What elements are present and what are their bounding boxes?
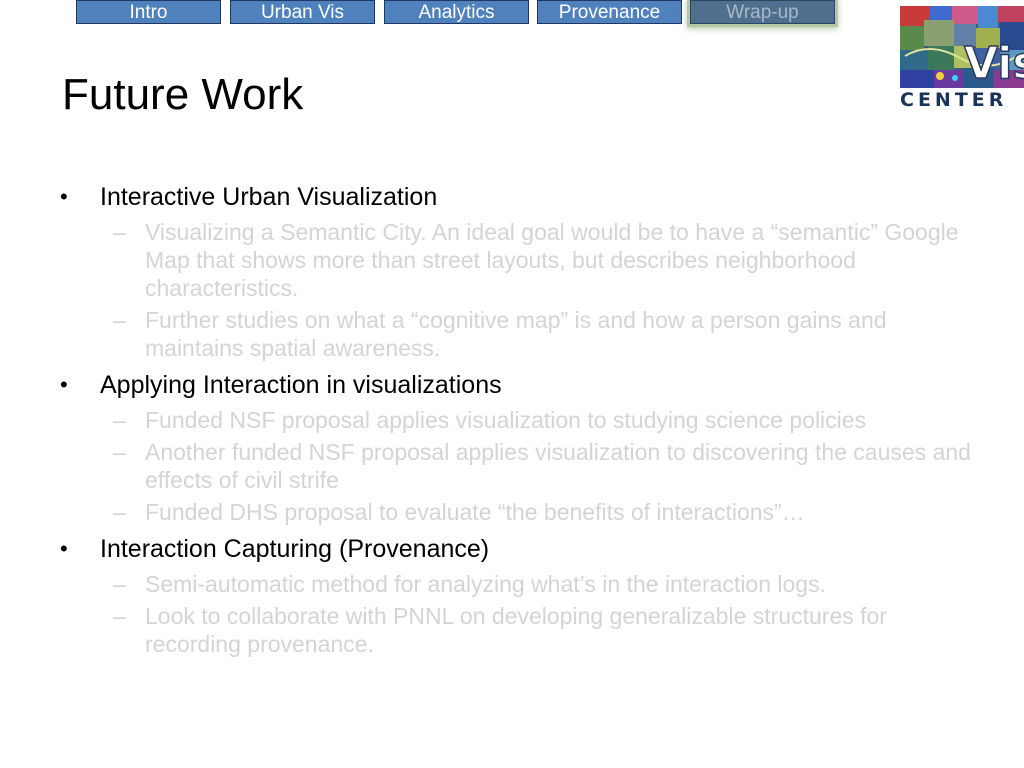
dash-marker: – [113, 219, 126, 245]
sub-bullet-item: – Funded NSF proposal applies visualizat… [60, 406, 980, 434]
bullet-dot: • [60, 372, 68, 397]
viscenter-logo: Vis CENTER [900, 6, 1024, 112]
sub-bullet-text: Funded DHS proposal to evaluate “the ben… [145, 499, 805, 525]
tab-intro[interactable]: Intro [76, 0, 221, 24]
bullet-text: Interaction Capturing (Provenance) [100, 535, 490, 563]
logo-center-text: CENTER [900, 89, 1008, 111]
sub-bullet-text: Semi-automatic method for analyzing what… [145, 571, 826, 597]
sub-bullet-text: Another funded NSF proposal applies visu… [145, 439, 971, 493]
bullet-group-interaction: • Applying Interaction in visualizations… [60, 368, 980, 526]
sub-bullet-text: Further studies on what a “cognitive map… [145, 307, 887, 361]
sub-bullet-item: – Further studies on what a “cognitive m… [60, 306, 980, 362]
bullet-item: • Applying Interaction in visualizations [60, 368, 980, 402]
bullet-text: Interactive Urban Visualization [100, 183, 438, 211]
sub-bullet-item: – Semi-automatic method for analyzing wh… [60, 570, 980, 598]
sub-bullet-text: Visualizing a Semantic City. An ideal go… [145, 219, 959, 301]
bullet-group-urban: • Interactive Urban Visualization – Visu… [60, 180, 980, 362]
bullet-dot: • [60, 184, 68, 209]
sub-bullet-item: – Funded DHS proposal to evaluate “the b… [60, 498, 980, 526]
tab-urban-vis[interactable]: Urban Vis [230, 0, 375, 24]
bullet-item: • Interaction Capturing (Provenance) [60, 532, 980, 566]
dash-marker: – [113, 407, 126, 433]
tab-wrap-up[interactable]: Wrap-up [690, 0, 835, 24]
bullet-group-provenance: • Interaction Capturing (Provenance) – S… [60, 532, 980, 658]
sub-bullet-item: – Visualizing a Semantic City. An ideal … [60, 218, 980, 302]
bullet-dot: • [60, 536, 68, 561]
dash-marker: – [113, 499, 126, 525]
dash-marker: – [113, 571, 126, 597]
sub-bullet-text: Funded NSF proposal applies visualizatio… [145, 407, 867, 433]
sub-bullet-item: – Look to collaborate with PNNL on devel… [60, 602, 980, 658]
dash-marker: – [113, 439, 126, 465]
slide: Intro Urban Vis Analytics Provenance Wra… [0, 0, 1024, 768]
sub-bullet-item: – Another funded NSF proposal applies vi… [60, 438, 980, 494]
tab-provenance[interactable]: Provenance [537, 0, 682, 24]
tab-analytics[interactable]: Analytics [384, 0, 529, 24]
sub-bullet-text: Look to collaborate with PNNL on develop… [145, 603, 887, 657]
logo-mosaic-image: Vis [900, 6, 1024, 88]
logo-vis-text: Vis [964, 38, 1024, 88]
bullet-text: Applying Interaction in visualizations [100, 371, 502, 399]
slide-title: Future Work [62, 70, 304, 119]
bullet-item: • Interactive Urban Visualization [60, 180, 980, 214]
dash-marker: – [113, 307, 126, 333]
bullet-list: • Interactive Urban Visualization – Visu… [60, 180, 980, 664]
dash-marker: – [113, 603, 126, 629]
